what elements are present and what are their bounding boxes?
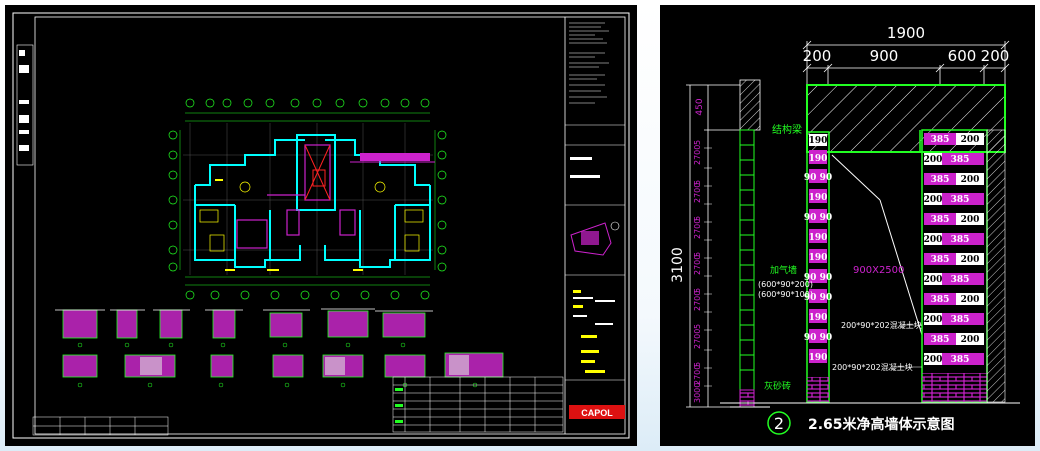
label-beam: 结构梁 — [772, 123, 802, 136]
svg-text:90 90: 90 90 — [804, 213, 832, 223]
svg-text:2700: 2700 — [693, 183, 702, 203]
svg-text:190: 190 — [809, 353, 828, 363]
key-plan — [570, 221, 620, 256]
svg-text:385: 385 — [931, 175, 950, 185]
svg-text:190: 190 — [809, 233, 828, 243]
svg-text:190: 190 — [809, 253, 828, 263]
svg-text:190: 190 — [809, 136, 828, 146]
section-column — [730, 79, 770, 408]
dim-top-4: 200 — [981, 47, 1010, 65]
svg-text:190: 190 — [809, 193, 828, 203]
svg-text:200: 200 — [924, 315, 943, 325]
svg-text:200: 200 — [961, 175, 980, 185]
dim-left-top: 450 — [695, 98, 705, 115]
left-block-column: 190 190 90 90 190 90 90 190 190 90 90 90… — [804, 131, 832, 403]
label-opening: 900X2500 — [853, 265, 904, 276]
svg-text:200: 200 — [924, 195, 943, 205]
svg-text:200: 200 — [924, 275, 943, 285]
dim-top-1: 200 — [803, 47, 832, 65]
small-dims-column: 5 2700 5 2700 5 2700 5 2700 5 2700 5 270… — [693, 140, 702, 403]
svg-text:3000: 3000 — [693, 383, 702, 403]
svg-text:2700: 2700 — [693, 291, 702, 311]
svg-text:90 90: 90 90 — [804, 333, 832, 343]
svg-text:200: 200 — [961, 295, 980, 305]
label-wall-2: (600*90*200) — [758, 280, 813, 289]
svg-text:90 90: 90 90 — [804, 173, 832, 183]
svg-text:2700: 2700 — [693, 329, 702, 349]
right-block-column: 385 200 200 385 385 200 200 385 385 200 200 38… — [921, 129, 1006, 403]
wall-labels: 加气墙 (600*90*200) (600*90*100) 200*90*202… — [758, 264, 922, 392]
door-opening — [829, 130, 923, 336]
elevation-row-1 — [55, 308, 433, 348]
logo-text: CAPOL — [581, 408, 613, 418]
floor-plan — [168, 98, 447, 300]
svg-text:190: 190 — [809, 154, 828, 164]
label-wall-3: (600*90*100) — [758, 290, 813, 299]
dim-total: 1900 — [887, 24, 925, 42]
svg-text:200: 200 — [961, 215, 980, 225]
svg-text:385: 385 — [951, 195, 970, 205]
svg-text:385: 385 — [931, 215, 950, 225]
svg-text:2700: 2700 — [693, 255, 702, 275]
label-bottom-left: 灰砂砖 — [764, 380, 791, 392]
left-dimensions — [686, 84, 740, 408]
svg-text:200: 200 — [961, 255, 980, 265]
title-block: CAPOL — [564, 17, 625, 434]
caption-text: 2.65米净高墙体示意图 — [808, 416, 955, 433]
svg-text:200: 200 — [924, 155, 943, 165]
svg-text:385: 385 — [951, 355, 970, 365]
top-dimensions — [802, 40, 1010, 85]
label-wall-1: 加气墙 — [770, 264, 797, 276]
svg-text:200: 200 — [961, 335, 980, 345]
wall-detail-drawing: 1900 200 900 600 200 3100 450 5 2700 5 2… — [670, 24, 1020, 435]
caption-number: 2 — [774, 414, 784, 433]
dim-top-2: 900 — [870, 47, 899, 65]
dim-left-total: 3100 — [670, 247, 686, 283]
svg-text:385: 385 — [931, 335, 950, 345]
svg-text:5: 5 — [693, 324, 702, 329]
svg-text:200: 200 — [924, 235, 943, 245]
svg-text:190: 190 — [809, 313, 828, 323]
cad-overview-panel: CAPOL — [5, 5, 637, 446]
area-table — [32, 416, 169, 436]
cad-overview-drawing: CAPOL — [12, 12, 630, 439]
svg-text:200: 200 — [961, 135, 980, 145]
left-title-strip — [16, 44, 34, 166]
svg-text:5: 5 — [693, 140, 702, 145]
svg-text:385: 385 — [931, 255, 950, 265]
svg-text:385: 385 — [931, 135, 950, 145]
svg-text:385: 385 — [951, 315, 970, 325]
dim-top-3: 600 — [948, 47, 977, 65]
svg-text:385: 385 — [951, 235, 970, 245]
detail-caption: 2 2.65米净高墙体示意图 — [767, 411, 955, 435]
svg-text:200: 200 — [924, 355, 943, 365]
elevation-row-2 — [62, 352, 504, 388]
svg-text:385: 385 — [951, 155, 970, 165]
svg-text:2700: 2700 — [693, 365, 702, 385]
svg-text:385: 385 — [951, 275, 970, 285]
wall-detail-panel: 1900 200 900 600 200 3100 450 5 2700 5 2… — [660, 5, 1035, 446]
svg-text:2700: 2700 — [693, 219, 702, 239]
svg-text:385: 385 — [931, 295, 950, 305]
svg-text:2700: 2700 — [693, 145, 702, 165]
schedule-table — [392, 376, 564, 433]
